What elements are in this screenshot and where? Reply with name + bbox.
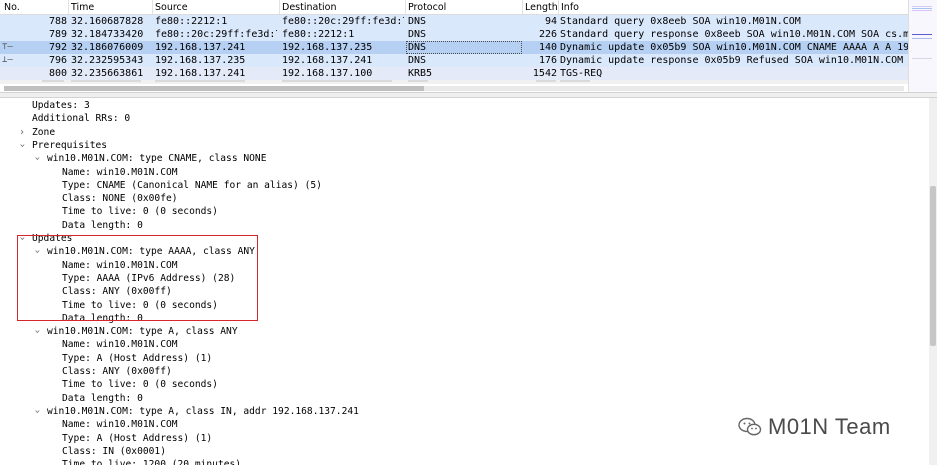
column-header-source[interactable]: Source bbox=[155, 2, 188, 13]
packet-no: 789 bbox=[48, 29, 67, 40]
tree-item-label: Class: ANY (0x00ff) bbox=[62, 366, 172, 377]
vertical-scrollbar-thumb[interactable] bbox=[930, 186, 936, 346]
annotation-highlight-box bbox=[17, 235, 258, 321]
tree-item-label: Name: win10.M01N.COM bbox=[62, 419, 178, 431]
tree-item-label: Time to live: 0 (0 seconds) bbox=[62, 206, 218, 218]
packet-length: 1542 bbox=[532, 68, 557, 79]
packet-row-selected[interactable]: ⊤— 792 32.186076009 192.168.137.241 192.… bbox=[0, 41, 908, 54]
packet-row[interactable]: ⊥— 796 32.232595343 192.168.137.235 192.… bbox=[0, 54, 908, 67]
packet-destination: 192.168.137.100 bbox=[282, 68, 373, 79]
packet-source: 192.168.137.241 bbox=[155, 68, 246, 79]
wechat-icon bbox=[738, 417, 762, 436]
tree-item-label: win10.M01N.COM: type A, class ANY bbox=[47, 326, 238, 338]
tree-item-label: Zone bbox=[32, 126, 56, 138]
tree-item-label: Data length: 0 bbox=[62, 219, 143, 231]
tree-item-label: Type: CNAME (Canonical NAME for an alias… bbox=[62, 179, 322, 191]
vertical-scrollbar[interactable] bbox=[929, 98, 937, 465]
tree-item-label: Data length: 0 bbox=[62, 392, 143, 404]
packet-info: Standard query response 0x8eeb SOA win10… bbox=[560, 29, 908, 40]
tree-item-label: Class: NONE (0x00fe) bbox=[62, 193, 178, 205]
column-header-length[interactable]: Length bbox=[525, 2, 558, 13]
tree-item-label: Prerequisites bbox=[32, 139, 108, 151]
related-packet-icon: ⊥— bbox=[2, 55, 13, 65]
horizontal-scrollbar-thumb[interactable] bbox=[4, 86, 424, 91]
packet-protocol: DNS bbox=[408, 16, 427, 27]
column-header-no[interactable]: No. bbox=[4, 2, 20, 13]
watermark: M01N Team bbox=[738, 412, 891, 442]
tree-item-label: Additional RRs: 0 bbox=[32, 113, 131, 125]
tree-item-label: Updates: 3 bbox=[32, 100, 90, 111]
packet-time: 32.186076009 bbox=[71, 42, 144, 53]
packet-source: 192.168.137.235 bbox=[155, 55, 246, 66]
tree-item-label: Class: IN (0x0001) bbox=[62, 445, 166, 457]
packet-length: 176 bbox=[538, 55, 557, 66]
tree-item-label: Time to live: 0 (0 seconds) bbox=[62, 379, 218, 391]
packet-destination: fe80::2212:1 bbox=[282, 29, 355, 40]
packet-source: fe80::2212:1 bbox=[155, 16, 228, 27]
packet-row[interactable]: 800 32.235663861 192.168.137.241 192.168… bbox=[0, 67, 908, 80]
packet-info: TGS-REQ bbox=[560, 68, 603, 79]
column-header-destination[interactable]: Destination bbox=[282, 2, 337, 13]
chevron-down-icon[interactable]: › bbox=[31, 156, 44, 162]
related-packet-icon: ⊤— bbox=[2, 42, 13, 52]
packet-list[interactable]: No. Time Source Destination Protocol Len… bbox=[0, 0, 908, 92]
packet-time: 32.232595343 bbox=[71, 55, 144, 66]
packet-time: 32.235663861 bbox=[71, 68, 144, 79]
column-header-info[interactable]: Info bbox=[561, 2, 579, 13]
packet-info: Dynamic update 0x05b9 SOA win10.M01N.COM… bbox=[560, 42, 908, 53]
horizontal-scrollbar[interactable] bbox=[4, 86, 904, 91]
packet-source: 192.168.137.241 bbox=[155, 42, 246, 53]
packet-no: 788 bbox=[48, 16, 67, 27]
chevron-down-icon[interactable]: › bbox=[16, 142, 29, 148]
packet-no: 792 bbox=[48, 42, 67, 53]
packet-no: 800 bbox=[48, 68, 67, 79]
tree-item-label: Name: win10.M01N.COM bbox=[62, 339, 178, 351]
packet-destination: 192.168.137.235 bbox=[282, 42, 373, 53]
packet-row-partial[interactable] bbox=[0, 80, 908, 84]
tree-item-label: Type: A (Host Address) (1) bbox=[62, 432, 213, 444]
packet-protocol: DNS bbox=[408, 42, 427, 53]
packet-length: 94 bbox=[544, 16, 557, 27]
chevron-down-icon[interactable]: › bbox=[31, 408, 44, 414]
packet-row[interactable]: 789 32.184733420 fe80::20c:29ff:fe3d:70.… bbox=[0, 28, 908, 41]
packet-list-header: No. Time Source Destination Protocol Len… bbox=[0, 0, 908, 15]
tree-item-label: Name: win10.M01N.COM bbox=[62, 166, 178, 178]
packet-no: 796 bbox=[48, 55, 67, 66]
tree-item-label: Time to live: 1200 (20 minutes) bbox=[62, 459, 242, 465]
packet-protocol: DNS bbox=[408, 29, 427, 40]
packet-protocol: KRB5 bbox=[408, 68, 433, 79]
packet-length: 140 bbox=[538, 42, 557, 53]
packet-info: Standard query 0x8eeb SOA win10.M01N.COM bbox=[560, 16, 801, 27]
packet-destination: fe80::20c:29ff:fe3d:70... bbox=[282, 16, 404, 27]
packet-time: 32.160687828 bbox=[71, 16, 144, 27]
packet-minimap[interactable] bbox=[908, 0, 937, 92]
packet-source: fe80::20c:29ff:fe3d:70... bbox=[155, 29, 277, 40]
chevron-down-icon[interactable]: › bbox=[31, 329, 44, 335]
packet-time: 32.184733420 bbox=[71, 29, 144, 40]
packet-info: Dynamic update response 0x05b9 Refused S… bbox=[560, 55, 908, 66]
chevron-right-icon[interactable]: › bbox=[19, 126, 25, 139]
watermark-text: M01N Team bbox=[768, 414, 891, 439]
column-header-protocol[interactable]: Protocol bbox=[408, 2, 446, 13]
packet-row[interactable]: 788 32.160687828 fe80::2212:1 fe80::20c:… bbox=[0, 15, 908, 28]
tree-item-label: Type: A (Host Address) (1) bbox=[62, 352, 213, 364]
packet-protocol: DNS bbox=[408, 55, 427, 66]
tree-item-label: win10.M01N.COM: type A, class IN, addr 1… bbox=[47, 405, 359, 417]
packet-length: 226 bbox=[538, 29, 557, 40]
packet-destination: 192.168.137.241 bbox=[282, 55, 373, 66]
column-header-time[interactable]: Time bbox=[71, 2, 94, 13]
tree-item-label: win10.M01N.COM: type CNAME, class NONE bbox=[47, 153, 267, 165]
